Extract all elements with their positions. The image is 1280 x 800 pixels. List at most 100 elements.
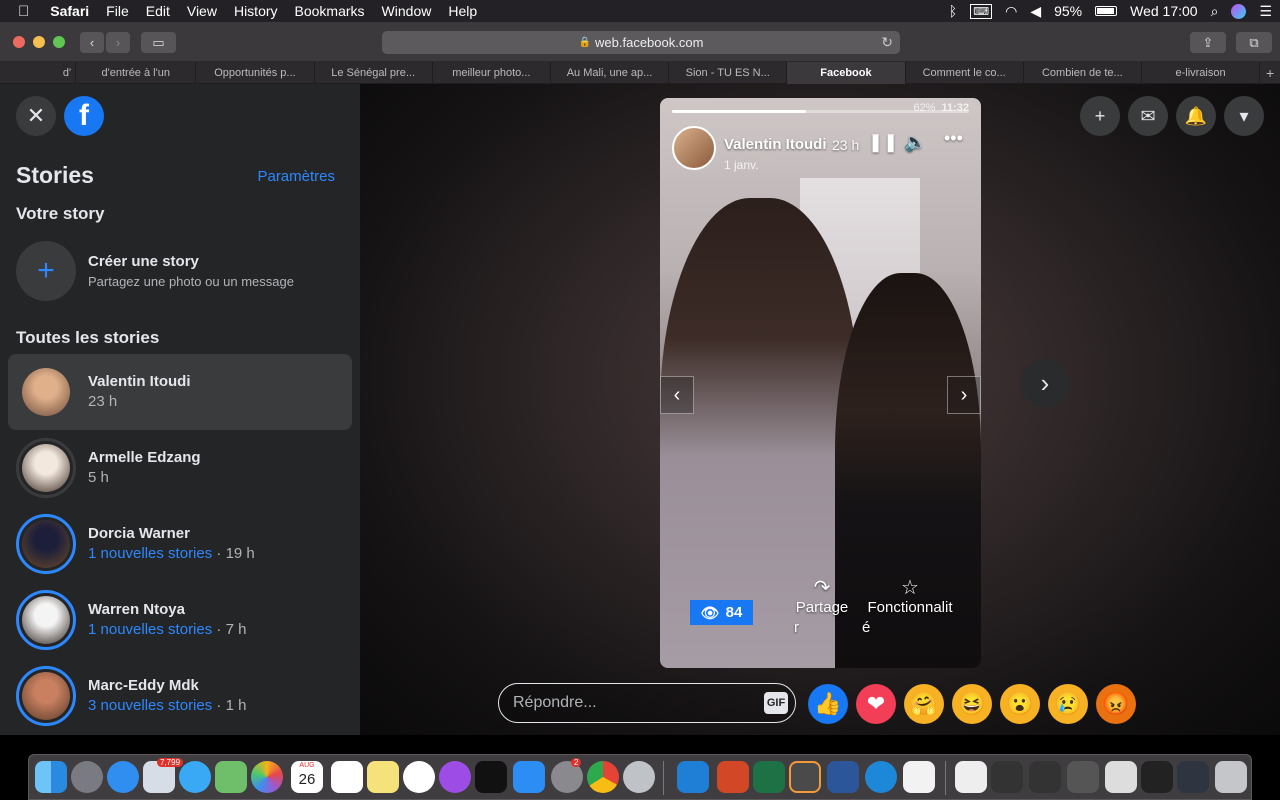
- menu-bookmarks[interactable]: Bookmarks: [295, 3, 365, 19]
- photos-icon[interactable]: [251, 761, 283, 793]
- chrome-icon[interactable]: [587, 761, 619, 793]
- battery-icon[interactable]: [1095, 6, 1118, 16]
- battery-percent[interactable]: 95%: [1054, 3, 1082, 19]
- textedit-icon[interactable]: [903, 761, 935, 793]
- reaction-angry-icon[interactable]: 😡: [1096, 684, 1136, 724]
- facebook-logo[interactable]: f: [64, 96, 104, 136]
- settings-link[interactable]: Paramètres: [257, 168, 335, 185]
- volume-icon[interactable]: ◀: [1030, 3, 1041, 20]
- close-icon[interactable]: ✕: [16, 96, 56, 136]
- sidebar-toggle-icon[interactable]: ▭: [141, 32, 176, 53]
- zoom-window-button[interactable]: [53, 36, 65, 48]
- reply-input[interactable]: [513, 692, 753, 714]
- mail-icon[interactable]: 7,799: [143, 758, 184, 793]
- window-thumbnail-5-icon[interactable]: [1141, 761, 1173, 793]
- notifications-icon[interactable]: 🔔: [1176, 96, 1216, 136]
- reaction-care-icon[interactable]: 🤗: [904, 684, 944, 724]
- window-thumbnail-2-icon[interactable]: [1029, 761, 1061, 793]
- story-next-icon[interactable]: ›: [947, 376, 981, 414]
- story-author-avatar[interactable]: [672, 126, 716, 170]
- new-tab-icon[interactable]: +: [1260, 62, 1280, 84]
- excel-icon[interactable]: [753, 761, 785, 793]
- create-story-item[interactable]: + Créer une story Partagez une photo ou …: [8, 234, 352, 304]
- podcasts-icon[interactable]: [439, 761, 471, 793]
- story-item[interactable]: Marc-Eddy Mdk 3 nouvelles stories · 1 h: [8, 658, 352, 734]
- address-bar[interactable]: 🔒 web.facebook.com ↻: [382, 31, 900, 54]
- forward-icon[interactable]: ›: [106, 32, 130, 53]
- spotlight-search-icon[interactable]: ⌕: [1211, 3, 1219, 20]
- trash-icon[interactable]: [1215, 761, 1247, 793]
- menu-file[interactable]: File: [106, 3, 129, 19]
- messenger-icon[interactable]: ✉: [1128, 96, 1168, 136]
- wifi-icon[interactable]: ◠: [1005, 3, 1017, 20]
- tab-11[interactable]: e-livraison: [1142, 62, 1261, 84]
- tab-8[interactable]: Facebook: [787, 62, 906, 84]
- tab-7[interactable]: Sion - TU ES N...: [669, 62, 788, 84]
- reminders-icon[interactable]: [331, 761, 363, 793]
- features-action[interactable]: ☆ Fonctionnalit é: [860, 578, 960, 638]
- finder-icon[interactable]: [35, 761, 67, 793]
- menu-edit[interactable]: Edit: [146, 3, 170, 19]
- tv-icon[interactable]: [475, 761, 507, 793]
- app-store-icon[interactable]: [513, 761, 545, 793]
- view-count-badge[interactable]: 👁 84: [690, 600, 753, 625]
- reload-icon[interactable]: ↻: [881, 34, 893, 51]
- more-options-icon[interactable]: •••: [944, 128, 963, 149]
- vscode-icon[interactable]: [677, 761, 709, 793]
- window-thumbnail-4-icon[interactable]: [1105, 761, 1137, 793]
- reaction-like-icon[interactable]: 👍: [808, 684, 848, 724]
- tab-5[interactable]: meilleur photo...: [433, 62, 551, 84]
- menu-history[interactable]: History: [234, 3, 278, 19]
- back-icon[interactable]: ‹: [80, 32, 104, 53]
- menu-help[interactable]: Help: [448, 3, 477, 19]
- apple-menu-icon[interactable]: : [18, 3, 29, 20]
- menu-app-name[interactable]: Safari: [50, 3, 89, 19]
- share-icon[interactable]: ⇪: [1190, 32, 1226, 53]
- account-menu-icon[interactable]: ▾: [1224, 96, 1264, 136]
- tab-9[interactable]: Comment le co...: [906, 62, 1024, 84]
- window-thumbnail-1-icon[interactable]: [991, 761, 1023, 793]
- story-item[interactable]: Armelle Edzang 5 h: [8, 430, 352, 506]
- window-thumbnail-6-icon[interactable]: [1177, 761, 1209, 793]
- sublime-text-icon[interactable]: [789, 761, 821, 793]
- reaction-haha-icon[interactable]: 😆: [952, 684, 992, 724]
- create-icon[interactable]: +: [1080, 96, 1120, 136]
- notification-center-icon[interactable]: ☰: [1259, 3, 1272, 20]
- siri-icon[interactable]: [1231, 3, 1247, 19]
- messages-icon[interactable]: [179, 761, 211, 793]
- launchpad-icon[interactable]: [71, 761, 103, 793]
- reaction-sad-icon[interactable]: 😢: [1048, 684, 1088, 724]
- story-item[interactable]: Warren Ntoya 1 nouvelles stories · 7 h: [8, 582, 352, 658]
- tab-10[interactable]: Combien de te...: [1024, 62, 1142, 84]
- reaction-love-icon[interactable]: ❤: [856, 684, 896, 724]
- volume-icon[interactable]: 🔈: [904, 132, 926, 153]
- close-window-button[interactable]: [13, 36, 25, 48]
- minimize-window-button[interactable]: [33, 36, 45, 48]
- tab-6[interactable]: Au Mali, une ap...: [551, 62, 670, 84]
- edge-icon[interactable]: [865, 761, 897, 793]
- share-action[interactable]: ↷ Partage r: [792, 578, 852, 638]
- menu-window[interactable]: Window: [382, 3, 432, 19]
- music-icon[interactable]: [403, 761, 435, 793]
- sequel-pro-icon[interactable]: [623, 761, 655, 793]
- maps-icon[interactable]: [215, 761, 247, 793]
- pause-icon[interactable]: ❚❚: [868, 132, 898, 153]
- story-author-name[interactable]: Valentin Itoudi: [724, 136, 827, 153]
- calendar-icon[interactable]: AUG 26: [291, 761, 323, 793]
- window-thumbnail-3-icon[interactable]: [1067, 761, 1099, 793]
- reaction-wow-icon[interactable]: 😮: [1000, 684, 1040, 724]
- document-thumbnail-icon[interactable]: [955, 761, 987, 793]
- story-item[interactable]: Valentin Itoudi 23 h: [8, 354, 352, 430]
- tab-3[interactable]: Opportunités p...: [196, 62, 315, 84]
- tab-2[interactable]: d'entrée à l'un: [76, 62, 197, 84]
- next-story-icon[interactable]: ›: [1021, 359, 1069, 407]
- show-tabs-icon[interactable]: ⧉: [1236, 32, 1272, 53]
- gif-button[interactable]: GIF: [764, 692, 788, 714]
- menu-view[interactable]: View: [187, 3, 217, 19]
- keyboard-icon[interactable]: ⌨: [970, 3, 993, 19]
- bluetooth-icon[interactable]: ᛒ: [949, 3, 957, 19]
- system-preferences-icon[interactable]: 2: [551, 758, 583, 793]
- notes-icon[interactable]: [367, 761, 399, 793]
- safari-icon[interactable]: [107, 761, 139, 793]
- powerpoint-icon[interactable]: [717, 761, 749, 793]
